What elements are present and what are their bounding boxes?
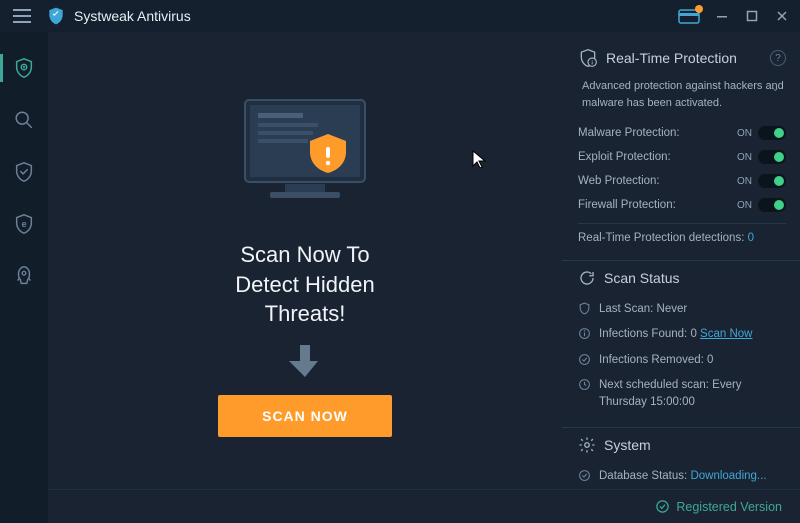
rtp-subtitle: Advanced protection against hackers and …	[578, 78, 786, 111]
check-circle-icon	[655, 499, 670, 514]
toggle-exploit[interactable]	[758, 150, 786, 164]
scan-now-link[interactable]: Scan Now	[700, 328, 752, 340]
sidebar: e	[0, 32, 48, 523]
toggle-row-malware: Malware Protection: ON	[578, 121, 786, 145]
shield-alert-icon: i	[578, 48, 598, 68]
footer: Registered Version	[48, 489, 800, 523]
toggle-row-firewall: Firewall Protection: ON	[578, 193, 786, 217]
refresh-icon	[578, 269, 596, 287]
gear-icon	[578, 436, 596, 454]
toggle-web[interactable]	[758, 174, 786, 188]
arrow-down-icon	[288, 341, 322, 379]
headline-text: Scan Now To Detect Hidden Threats!	[235, 240, 374, 329]
notification-dot-icon	[695, 5, 703, 13]
main-dashboard: Scan Now To Detect Hidden Threats! SCAN …	[48, 32, 562, 523]
rtp-title: Real-Time Protection	[606, 50, 737, 66]
sidebar-item-home[interactable]	[0, 46, 48, 90]
chevron-down-icon[interactable]: ⌄	[771, 80, 780, 97]
info-icon	[578, 327, 591, 340]
license-card-icon[interactable]	[678, 8, 700, 24]
help-icon[interactable]: ?	[770, 50, 786, 66]
system-title: System	[604, 437, 651, 453]
toggle-malware[interactable]	[758, 126, 786, 140]
sidebar-item-scan[interactable]	[0, 98, 48, 142]
shield-check-icon	[578, 302, 591, 315]
monitor-illustration	[220, 92, 390, 222]
check-circle-icon	[578, 353, 591, 366]
close-button[interactable]	[768, 2, 796, 30]
toggle-row-exploit: Exploit Protection: ON	[578, 145, 786, 169]
toggle-row-web: Web Protection: ON	[578, 169, 786, 193]
right-panel: i Real-Time Protection ? Advanced protec…	[562, 32, 800, 523]
maximize-button[interactable]	[738, 2, 766, 30]
app-title: Systweak Antivirus	[74, 8, 191, 24]
db-status-value: Downloading...	[690, 470, 766, 482]
minimize-button[interactable]	[708, 2, 736, 30]
rtp-detections: Real-Time Protection detections: 0	[578, 223, 786, 248]
scan-now-button[interactable]: SCAN NOW	[218, 395, 392, 437]
registered-text: Registered Version	[676, 500, 782, 514]
titlebar: Systweak Antivirus	[0, 0, 800, 32]
sidebar-item-protection[interactable]	[0, 150, 48, 194]
toggle-firewall[interactable]	[758, 198, 786, 212]
svg-text:e: e	[21, 219, 26, 229]
check-circle-icon	[578, 469, 591, 482]
app-logo-icon	[46, 6, 66, 26]
sidebar-item-quarantine[interactable]: e	[0, 202, 48, 246]
menu-button[interactable]	[8, 2, 36, 30]
sidebar-item-boost[interactable]	[0, 254, 48, 298]
clock-icon	[578, 378, 591, 391]
scan-status-title: Scan Status	[604, 270, 680, 286]
